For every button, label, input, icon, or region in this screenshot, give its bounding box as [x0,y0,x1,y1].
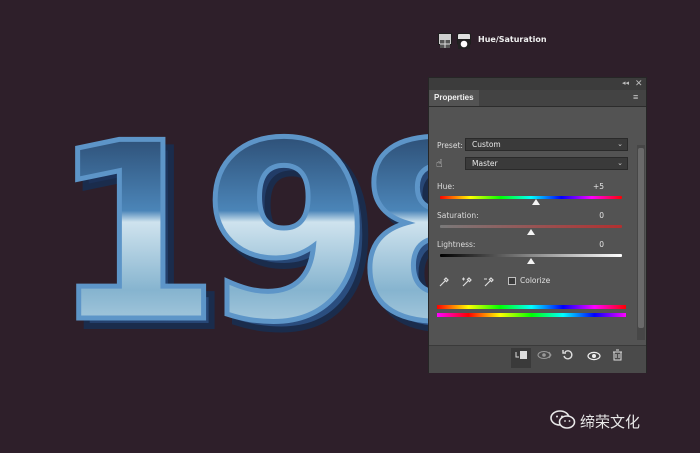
channel-value: Master [472,159,498,168]
close-icon[interactable]: ✕ [635,78,643,89]
lightness-value-field[interactable]: 0 [574,240,604,249]
preset-value: Custom [472,140,501,149]
panel-scrollbar-thumb[interactable] [638,148,644,328]
saturation-slider-track[interactable] [440,225,622,228]
watermark-text: 缔荣文化 [580,413,641,431]
chevron-down-icon: ⌄ [617,140,623,148]
hue-slider-track[interactable] [440,196,622,199]
saturation-label: Saturation: [437,211,479,220]
eyedropper-plus-icon[interactable] [461,276,473,291]
lightness-label: Lightness: [437,240,476,249]
chevron-down-icon: ⌄ [617,159,623,167]
trash-icon[interactable] [607,348,627,368]
preset-dropdown[interactable]: Custom ⌄ [465,138,628,151]
colorize-checkbox[interactable] [508,277,516,285]
eyedropper-minus-icon[interactable] [483,276,495,291]
targeted-adjustment-hand-icon[interactable]: ☝ [436,157,450,171]
output-color-spectrum [437,313,626,317]
lightness-slider-thumb[interactable] [527,258,535,264]
preset-label: Preset: [437,141,463,150]
colorize-label: Colorize [520,276,551,285]
panel-tab-bar: Properties ≡ [429,90,646,107]
eyedropper-icon[interactable] [438,276,450,291]
hue-value-field[interactable]: +5 [574,182,604,191]
adjustment-title: Hue/Saturation [478,35,547,44]
input-color-spectrum [437,305,626,309]
visibility-eye-icon[interactable] [584,348,604,368]
saturation-value-field[interactable]: 0 [574,211,604,220]
hue-slider-thumb[interactable] [532,199,540,205]
panel-menu-icon[interactable]: ≡ [633,93,638,102]
collapse-panel-icon[interactable]: ◂◂ [622,79,629,87]
view-previous-state-icon[interactable] [535,348,555,368]
layer-mask-icon[interactable] [457,33,471,49]
wechat-logo-icon [550,410,576,429]
panel-title-bar[interactable]: ◂◂ ✕ [429,78,646,90]
channel-dropdown[interactable]: Master ⌄ [465,157,628,170]
clip-to-layer-icon[interactable] [511,348,531,368]
tab-properties[interactable]: Properties [429,90,479,106]
reset-icon[interactable] [558,348,578,368]
saturation-slider-thumb[interactable] [527,229,535,235]
lightness-slider-track[interactable] [440,254,622,257]
adjustment-layer-icon[interactable] [438,33,452,48]
hue-label: Hue: [437,182,455,191]
